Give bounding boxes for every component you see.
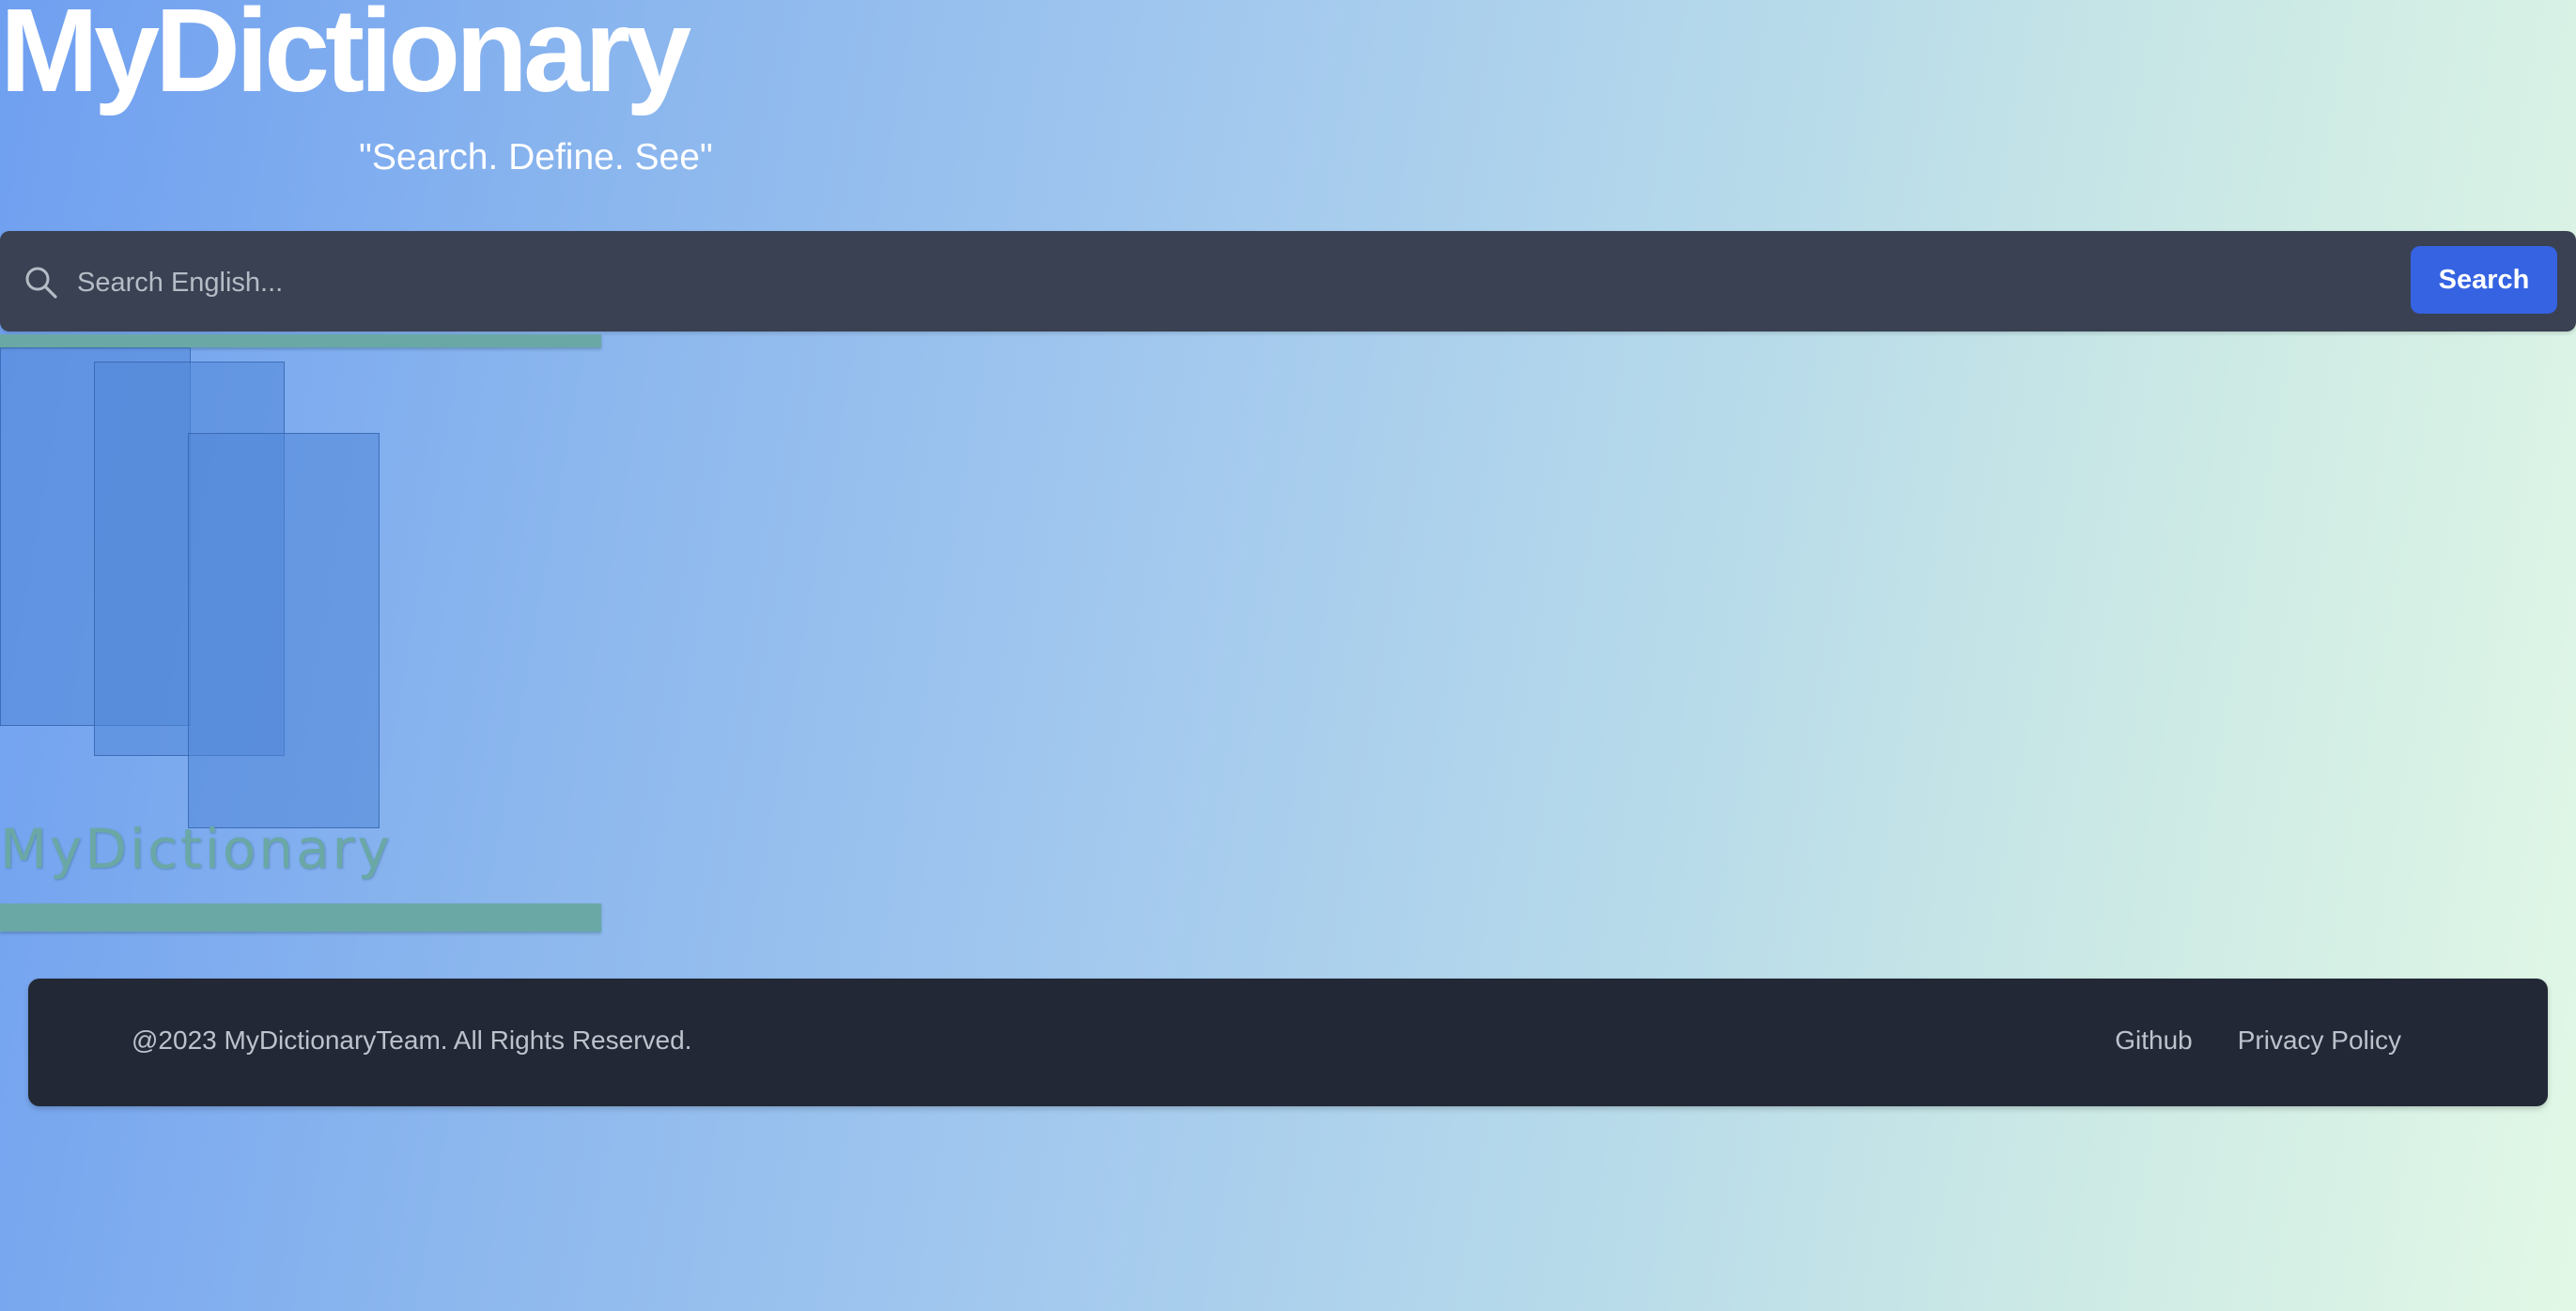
footer-copyright: @2023 MyDictionaryTeam. All Rights Reser…: [132, 1026, 692, 1055]
search-bar: Search: [0, 231, 2576, 332]
search-input[interactable]: [75, 254, 2371, 312]
privacy-policy-link[interactable]: Privacy Policy: [2238, 1026, 2401, 1056]
search-button[interactable]: Search: [2411, 246, 2557, 314]
app-title: MyDictionary: [0, 0, 691, 116]
footer-links: Github Privacy Policy: [2115, 1026, 2401, 1056]
tagline: "Search. Define. See": [359, 137, 713, 177]
logo-top-bar: [0, 334, 601, 347]
github-link[interactable]: Github: [2115, 1026, 2193, 1056]
logo-bottom-bar: [0, 903, 601, 932]
search-icon: [23, 264, 60, 301]
logo-text: MyDictionary: [0, 817, 393, 881]
footer: @2023 MyDictionaryTeam. All Rights Reser…: [28, 979, 2548, 1106]
logo-page-shape: [188, 433, 380, 828]
mydictionary-logo-image: MyDictionary: [0, 334, 601, 933]
